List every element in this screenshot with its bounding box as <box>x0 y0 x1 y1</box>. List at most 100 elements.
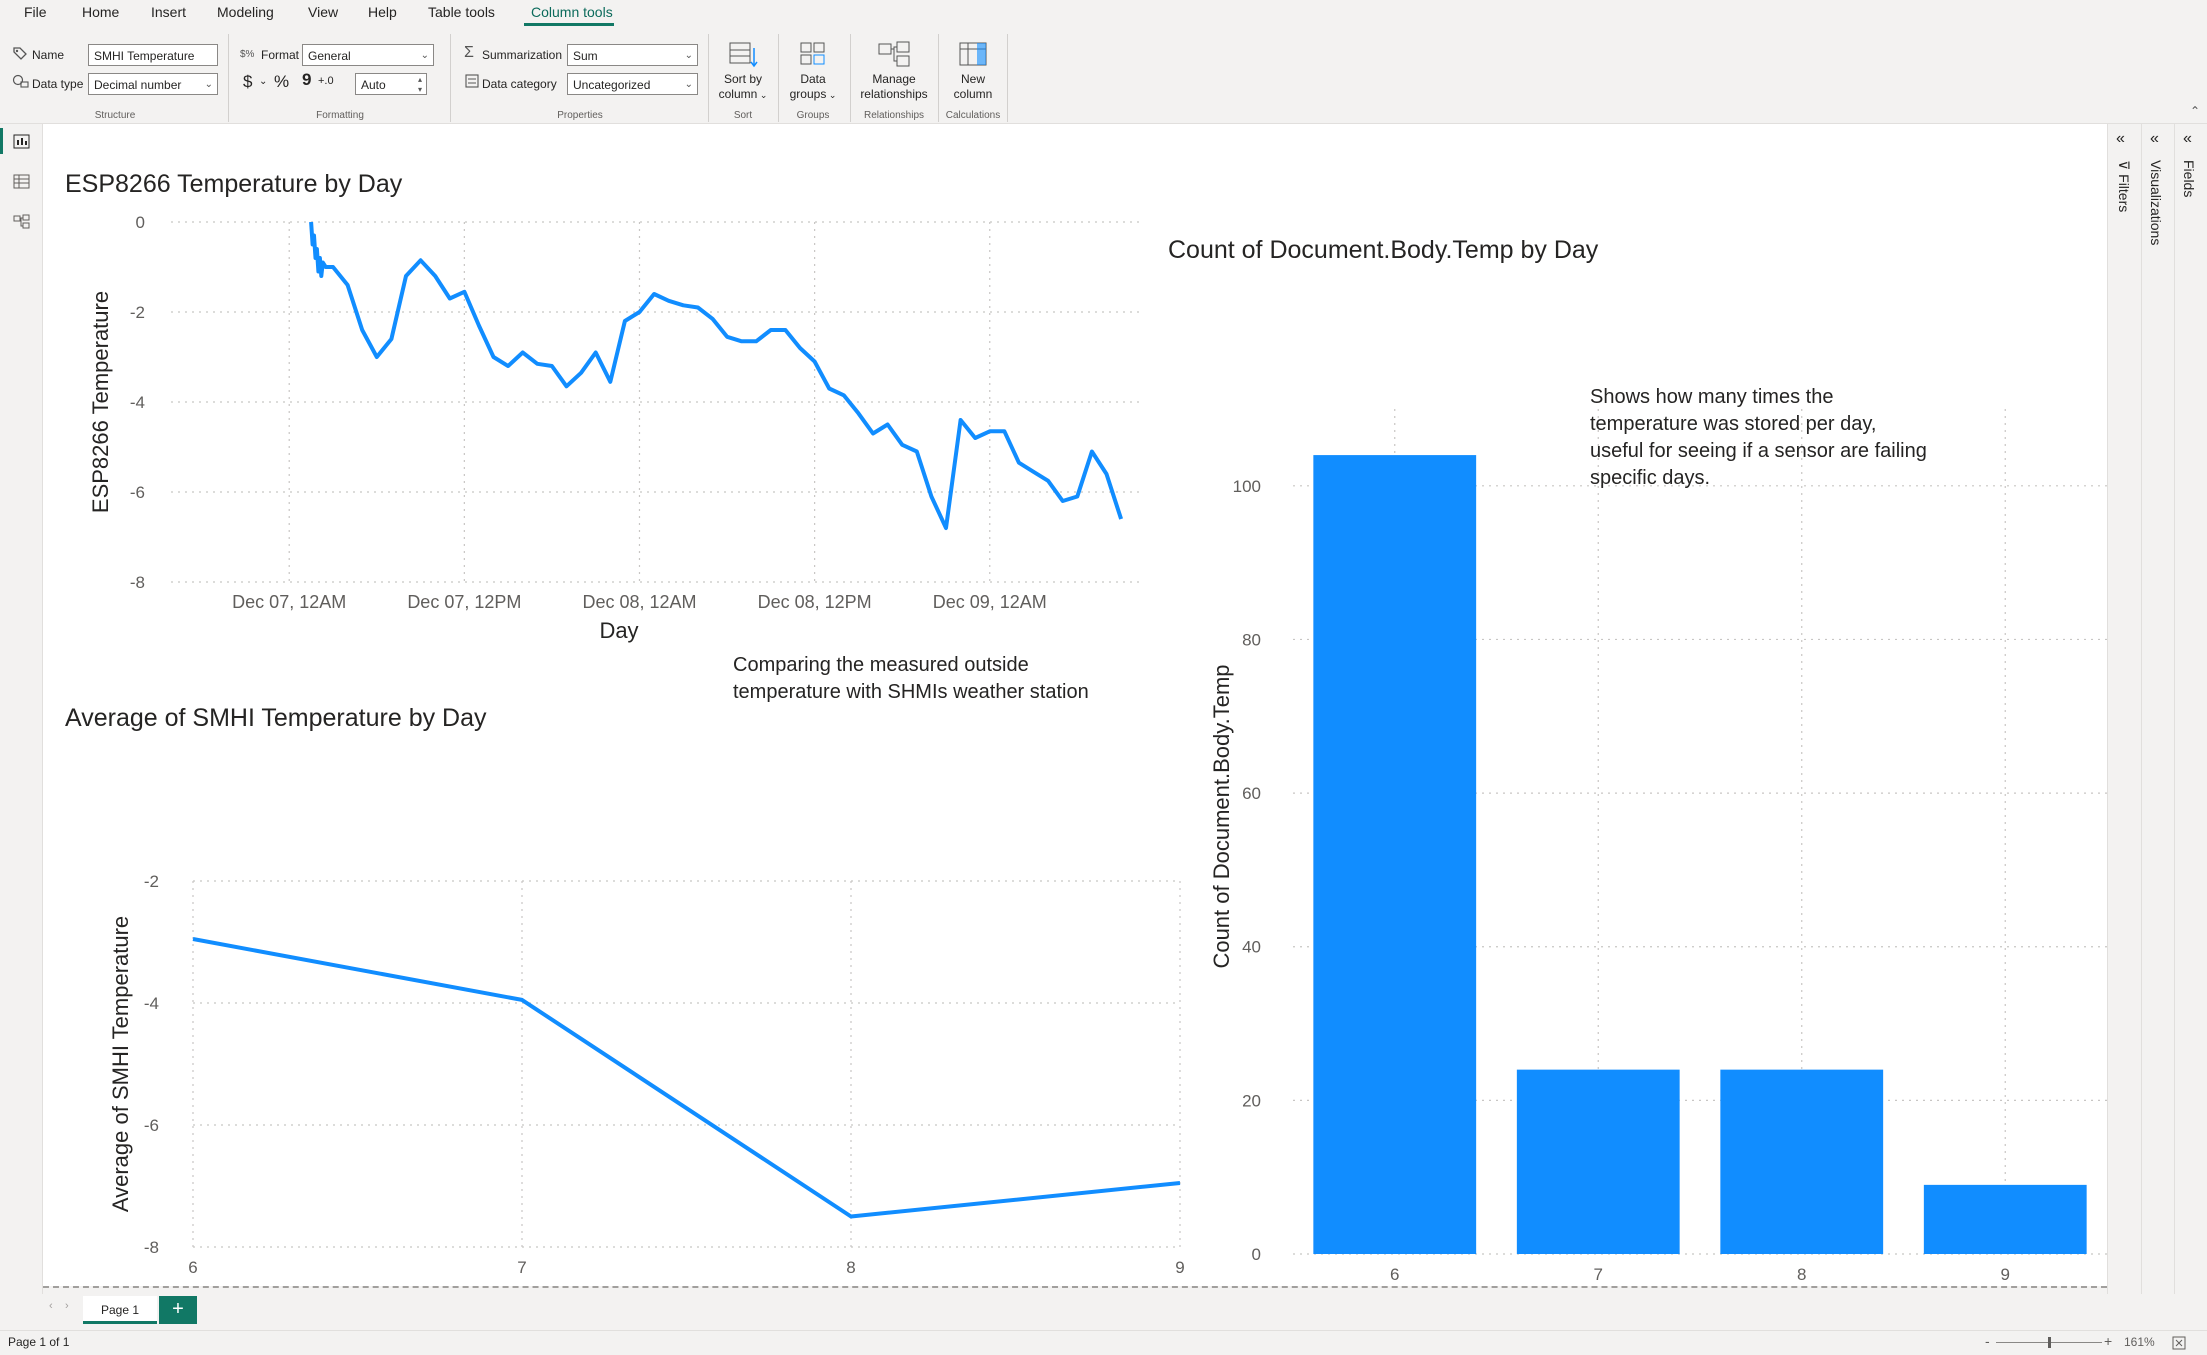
page-tab[interactable]: Page 1 <box>83 1296 157 1324</box>
chevron-right-icon[interactable]: › <box>65 1300 69 1312</box>
model-view-icon[interactable] <box>13 214 31 230</box>
structure-group-label: Structure <box>94 110 136 121</box>
y-tick-label: -2 <box>144 872 159 891</box>
filter-icon: ⊽ <box>2116 160 2132 175</box>
y-tick-label: -2 <box>130 303 145 322</box>
status-bar: Page 1 of 1 - + 161% <box>0 1330 2207 1355</box>
summarization-select[interactable]: Sum ⌄ <box>567 44 698 66</box>
zoom-out-button[interactable]: - <box>1985 1333 1990 1349</box>
datatype-select[interactable]: Decimal number ⌄ <box>88 73 218 95</box>
x-tick-label: 7 <box>1594 1265 1603 1284</box>
data-groups-icon <box>800 42 825 65</box>
datacategory-select[interactable]: Uncategorized ⌄ <box>567 73 698 95</box>
ribbon-separator <box>1007 34 1008 122</box>
decimal-places-button[interactable]: +.0 <box>318 75 334 87</box>
relationships-icon <box>878 41 910 67</box>
y-tick-label: 60 <box>1242 784 1261 803</box>
menu-home[interactable]: Home <box>82 4 119 20</box>
chevron-left-icon[interactable]: ‹ <box>49 1300 53 1312</box>
menu-insert[interactable]: Insert <box>151 4 186 20</box>
formatting-group-label: Formatting <box>316 110 364 121</box>
summarization-value: Sum <box>573 49 598 63</box>
data-view-icon[interactable] <box>13 174 31 190</box>
calculations-group-label: Calculations <box>945 110 1001 121</box>
smhi-chart-title: Average of SMHI Temperature by Day <box>65 704 487 732</box>
percent-button[interactable]: % <box>274 72 289 92</box>
y-tick-label: -8 <box>130 573 145 592</box>
ribbon-separator <box>778 34 779 122</box>
format-label: Format <box>261 48 300 62</box>
decimals-stepper[interactable]: Auto ▴ ▾ <box>355 73 427 95</box>
y-tick-label: 0 <box>1252 1245 1261 1264</box>
currency-button[interactable]: $ <box>243 72 252 92</box>
add-page-button[interactable]: + <box>159 1296 197 1324</box>
smhi-temperature-chart[interactable]: -2-4-6-86789DayAverage of SMHI Temperatu… <box>63 744 1193 1304</box>
newcolumn-button-label: New column <box>953 72 993 101</box>
esp-temperature-line <box>309 221 1124 530</box>
fit-to-page-icon[interactable] <box>2172 1336 2186 1350</box>
y-tick-label: -4 <box>130 393 145 412</box>
fields-pane[interactable]: « Fields <box>2174 124 2207 1294</box>
manage-relationships-button[interactable]: Manage relationships <box>852 40 936 102</box>
zoom-slider-thumb[interactable] <box>2048 1337 2051 1348</box>
filters-label-wrap: ⊽ Filters <box>2116 160 2132 212</box>
collapse-ribbon-icon[interactable]: ⌃ <box>2190 104 2200 118</box>
groups-group-label: Groups <box>796 110 830 121</box>
zoom-slider[interactable] <box>1996 1337 2102 1348</box>
new-column-button[interactable]: New column <box>942 40 1004 102</box>
smhi-average-line <box>192 937 1181 1219</box>
data-category-icon <box>465 74 479 88</box>
sigma-icon: Σ <box>464 44 474 61</box>
menu-help[interactable]: Help <box>368 4 397 20</box>
x-axis-title: Day <box>599 618 638 643</box>
active-view-indicator <box>0 128 3 154</box>
chevron-down-icon: ⌄ <box>684 50 693 61</box>
chevron-down-icon: ⌄ <box>826 90 837 100</box>
visualizations-pane[interactable]: « Visualizations <box>2141 124 2174 1294</box>
ribbon-separator <box>708 34 709 122</box>
chevron-down-icon[interactable]: ⌄ <box>259 76 267 87</box>
fields-label: Fields <box>2181 160 2197 198</box>
name-label: Name <box>32 48 65 62</box>
menu-column-tools[interactable]: Column tools <box>531 4 613 20</box>
chevron-down-icon: ⌄ <box>757 90 768 100</box>
tag-icon <box>13 47 27 60</box>
ribbon-separator <box>938 34 939 122</box>
svg-text:$%: $% <box>240 49 255 60</box>
chevron-down-icon: ⌄ <box>204 79 213 90</box>
x-tick-label: 7 <box>517 1258 526 1277</box>
x-tick-label: 8 <box>1797 1265 1806 1284</box>
report-view-icon[interactable] <box>13 134 31 150</box>
filters-pane[interactable]: « ⊽ Filters <box>2107 124 2140 1294</box>
sort-by-column-button[interactable]: Sort by column ⌄ <box>712 40 774 103</box>
y-tick-label: 40 <box>1242 938 1261 957</box>
ribbon: Name SMHI Temperature Data type Decimal … <box>0 26 2207 124</box>
sort-group-label: Sort <box>733 110 753 121</box>
bar <box>1923 1184 2087 1254</box>
comma-style-button[interactable]: 9 <box>302 70 311 90</box>
x-tick-label: 9 <box>2001 1265 2010 1284</box>
chevron-down-icon: ⌄ <box>684 79 693 90</box>
menu-modeling[interactable]: Modeling <box>217 4 274 20</box>
double-chevron-left-icon[interactable]: « <box>2150 130 2159 148</box>
zoom-in-button[interactable]: + <box>2104 1333 2112 1349</box>
menu-view[interactable]: View <box>308 4 338 20</box>
decimals-value: Auto <box>361 78 386 92</box>
y-axis-title: Average of SMHI Temperature <box>108 916 133 1212</box>
x-tick-label: Dec 08, 12AM <box>582 592 696 612</box>
sort-button-label: Sort by column <box>718 72 762 101</box>
format-select[interactable]: General ⌄ <box>302 44 434 66</box>
double-chevron-left-icon[interactable]: « <box>2116 130 2125 148</box>
menu-table-tools[interactable]: Table tools <box>428 4 495 20</box>
x-tick-label: Dec 07, 12AM <box>232 592 346 612</box>
y-tick-label: -4 <box>144 994 159 1013</box>
name-input[interactable]: SMHI Temperature <box>88 44 218 66</box>
menu-bar: File Home Insert Modeling View Help Tabl… <box>0 0 2207 26</box>
menu-file[interactable]: File <box>24 4 47 20</box>
y-tick-label: 100 <box>1233 477 1261 496</box>
double-chevron-left-icon[interactable]: « <box>2183 130 2192 148</box>
datacategory-label: Data category <box>482 77 557 91</box>
y-tick-label: 80 <box>1242 630 1261 649</box>
data-groups-button[interactable]: Data groups ⌄ <box>782 40 844 103</box>
datatype-label: Data type <box>32 77 84 91</box>
